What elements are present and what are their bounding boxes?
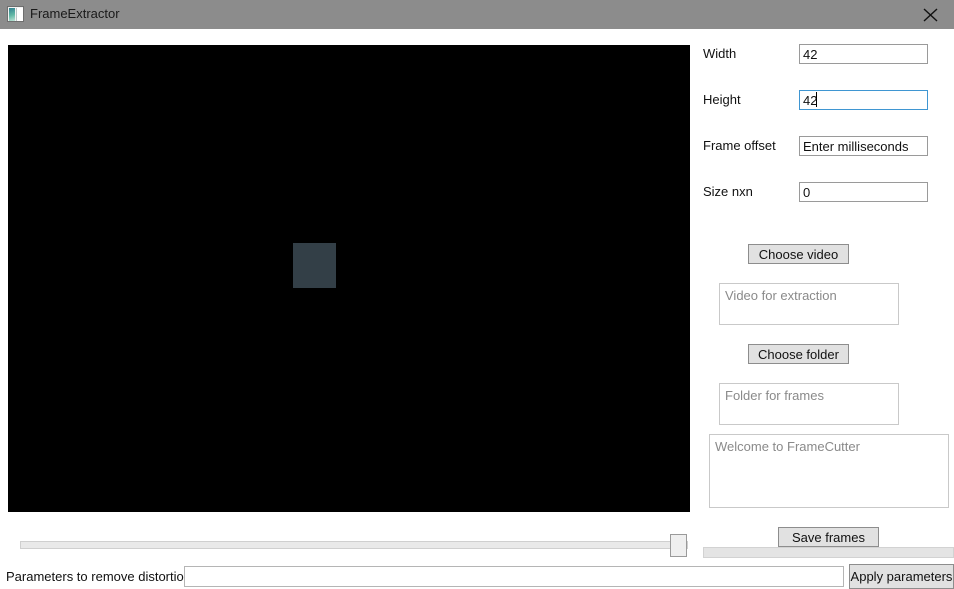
distortion-parameters-input[interactable] xyxy=(184,566,844,587)
video-preview[interactable] xyxy=(8,45,690,512)
size-nxn-input[interactable] xyxy=(799,182,928,202)
horizontal-scrollbar[interactable] xyxy=(703,547,954,558)
frame-offset-label: Frame offset xyxy=(703,138,776,153)
log-output-box[interactable] xyxy=(709,434,949,508)
app-window-icon xyxy=(7,6,24,22)
frame-offset-input[interactable] xyxy=(799,136,928,156)
app-icon-panel-swatch xyxy=(16,8,23,21)
distortion-parameters-label: Parameters to remove distortion xyxy=(6,569,191,584)
width-input[interactable] xyxy=(799,44,928,64)
close-icon xyxy=(923,8,938,22)
apply-parameters-button[interactable]: Apply parameters xyxy=(849,564,954,589)
title-bar: FrameExtractor xyxy=(0,0,954,29)
height-input[interactable] xyxy=(799,90,928,110)
choose-folder-button[interactable]: Choose folder xyxy=(748,344,849,364)
window-title: FrameExtractor xyxy=(30,6,120,21)
app-icon-image-swatch xyxy=(9,8,15,21)
width-label: Width xyxy=(703,46,737,61)
height-label: Height xyxy=(703,92,741,107)
size-nxn-label: Size nxn xyxy=(703,184,753,199)
frame-extractor-window: FrameExtractor Width Height Frame offset… xyxy=(0,0,954,589)
timeline-slider[interactable] xyxy=(20,534,688,558)
video-frame-marker xyxy=(293,243,336,288)
close-window-button[interactable] xyxy=(908,0,954,29)
video-path-box[interactable] xyxy=(719,283,899,325)
save-frames-button[interactable]: Save frames xyxy=(778,527,879,547)
choose-video-button[interactable]: Choose video xyxy=(748,244,849,264)
folder-path-box[interactable] xyxy=(719,383,899,425)
timeline-thumb[interactable] xyxy=(670,534,687,557)
height-input-caret xyxy=(816,92,817,107)
timeline-track[interactable] xyxy=(20,541,688,549)
